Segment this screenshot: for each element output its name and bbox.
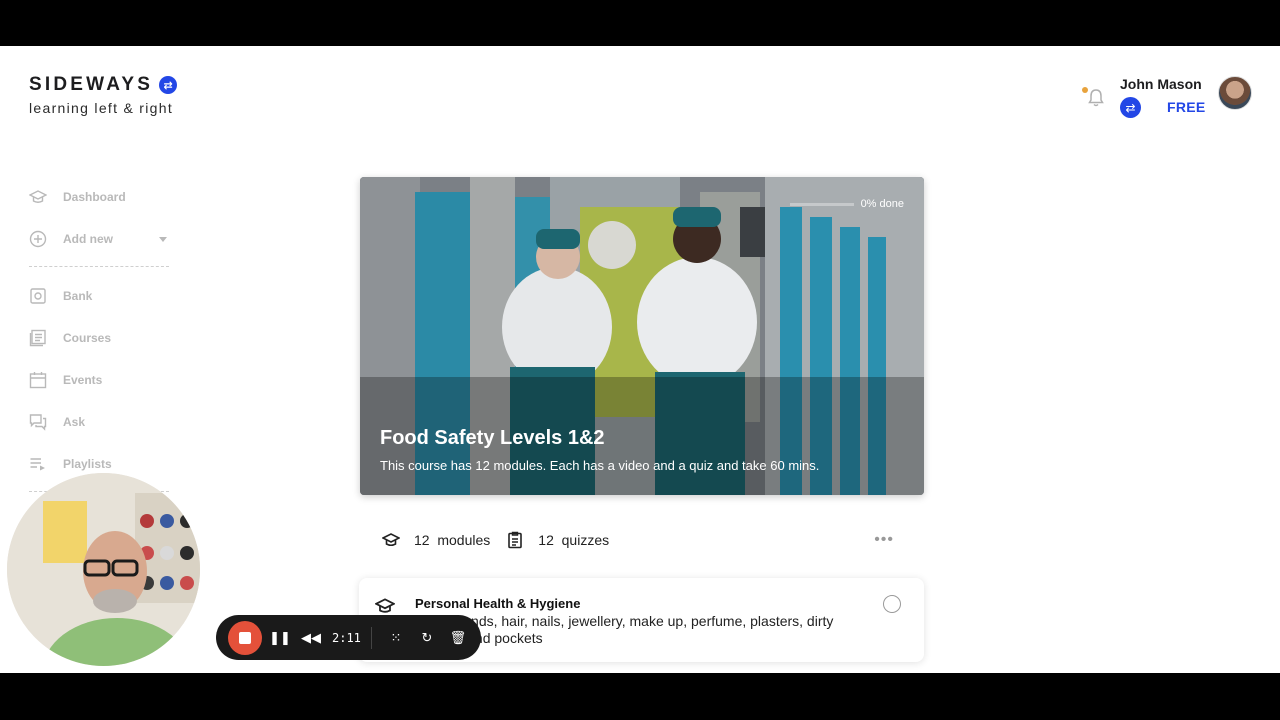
pause-icon[interactable]: ❚❚	[267, 625, 293, 651]
webcam-feed	[7, 473, 200, 666]
plus-circle-icon	[29, 230, 47, 248]
webcam-overlay[interactable]	[7, 473, 200, 666]
sidebar-item-label: Bank	[63, 289, 93, 303]
calendar-icon	[29, 372, 47, 389]
playlist-icon	[30, 458, 45, 471]
sidebar-item-label: Events	[63, 373, 103, 387]
safe-icon	[30, 288, 46, 304]
graduation-cap-icon	[375, 598, 395, 613]
sidebar-item-label: Courses	[63, 331, 112, 345]
trash-icon[interactable]: 🗑	[445, 625, 471, 651]
graduation-cap-icon	[382, 533, 400, 547]
progress-label: 0% done	[860, 198, 904, 210]
sidebar-item-label: Add new	[63, 232, 113, 246]
sidebar-item-courses[interactable]: Courses	[29, 317, 169, 359]
quizzes-count: 12	[538, 532, 554, 548]
chevron-down-icon[interactable]	[159, 236, 167, 242]
restart-icon[interactable]: ↻	[414, 625, 440, 651]
recording-time: 2:11	[332, 630, 361, 645]
progress-bar	[789, 202, 854, 206]
module-title: Personal Health & Hygiene	[415, 596, 581, 611]
course-progress: 0% done	[789, 198, 904, 210]
grid-icon[interactable]: ⁙	[383, 625, 409, 651]
brand-logo[interactable]: SIDEWAYS ⇄ learning left & right	[29, 74, 178, 116]
rewind-icon[interactable]: ◀◀	[298, 625, 324, 651]
course-description: This course has 12 modules. Each has a v…	[380, 458, 820, 473]
switch-account-icon[interactable]: ⇄	[1120, 97, 1141, 118]
sidebar-item-label: Ask	[63, 415, 86, 429]
chat-icon	[29, 414, 47, 431]
toolbar-divider	[370, 626, 372, 649]
courses-icon	[29, 329, 46, 347]
sidebar-item-add-new[interactable]: Add new	[29, 218, 169, 260]
more-options-icon[interactable]: •••	[874, 531, 894, 549]
sidebar-item-ask[interactable]: Ask	[29, 401, 169, 443]
brand-name: SIDEWAYS	[29, 74, 154, 95]
modules-count: 12	[414, 532, 430, 548]
bell-icon[interactable]	[1087, 88, 1105, 108]
app-screen: SIDEWAYS ⇄ learning left & right John Ma…	[0, 46, 1280, 673]
brand-tagline: learning left & right	[29, 100, 174, 116]
graduation-cap-icon	[29, 190, 47, 203]
stop-recording-button[interactable]	[228, 620, 262, 655]
sidebar-item-dashboard[interactable]: Dashboard	[29, 176, 169, 218]
modules-label: modules	[437, 532, 491, 548]
clipboard-icon	[508, 531, 523, 549]
avatar[interactable]	[1218, 76, 1252, 110]
course-hero-card[interactable]: 0% done Food Safety Levels 1&2 This cour…	[360, 177, 924, 495]
user-name[interactable]: John Mason	[1120, 76, 1202, 92]
sidebar-item-label: Dashboard	[63, 190, 126, 204]
module-complete-checkbox[interactable]	[883, 595, 901, 613]
quizzes-label: quizzes	[561, 532, 610, 548]
plan-badge[interactable]: FREE	[1167, 99, 1206, 115]
course-title: Food Safety Levels 1&2	[380, 427, 605, 449]
recorder-toolbar: ❚❚ ◀◀ 2:11 ⁙ ↻ 🗑	[216, 615, 481, 660]
sidebar-nav: Dashboard Add new Bank Courses Events As…	[29, 176, 169, 500]
sidebar-divider	[29, 266, 169, 267]
sidebar-item-label: Playlists	[63, 457, 112, 471]
sidebar-item-events[interactable]: Events	[29, 359, 169, 401]
swap-arrows-icon: ⇄	[159, 76, 178, 94]
sidebar-item-bank[interactable]: Bank	[29, 275, 169, 317]
course-stats: 12 modules 12 quizzes •••	[382, 530, 894, 550]
stop-icon	[239, 631, 251, 644]
module-description: Clean hands, hair, nails, jewellery, mak…	[415, 613, 834, 646]
